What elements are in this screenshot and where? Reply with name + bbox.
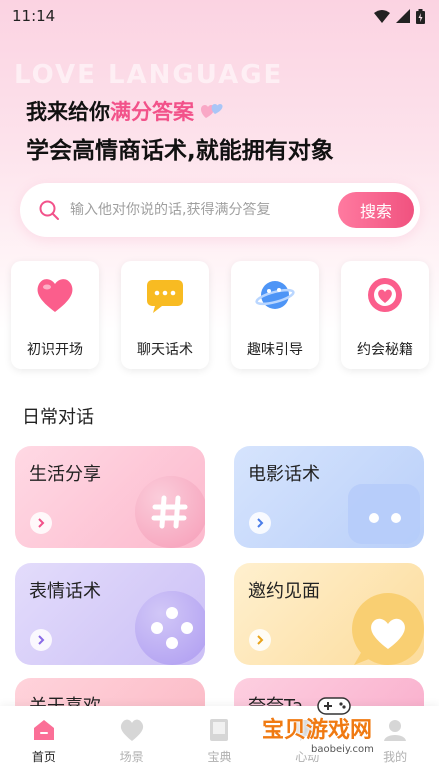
home-icon [33, 720, 54, 740]
heart-icon [33, 273, 77, 317]
chevron-right-icon [30, 512, 52, 534]
hash-icon [133, 474, 205, 548]
card-title: 生活分享 [29, 464, 101, 485]
category-label: 聊天话术 [137, 342, 193, 358]
search-input[interactable] [70, 202, 338, 218]
tab-handbook[interactable]: 宝典 [189, 718, 249, 780]
chevron-right-icon [249, 629, 271, 651]
signal-icon [396, 9, 410, 23]
tab-label: 首页 [31, 750, 56, 764]
book-icon [210, 719, 229, 741]
card-title: 邀约见面 [248, 581, 320, 602]
status-time: 11:14 [12, 7, 56, 25]
dots-icon [344, 478, 424, 548]
card-emoji-tips[interactable]: 表情话术 [15, 563, 205, 665]
category-row: 初识开场 聊天话术 趣味引导 约会秘籍 [11, 261, 429, 369]
category-label: 约会秘籍 [357, 342, 413, 358]
planet-icon [253, 273, 297, 317]
status-bar: 11:14 [0, 0, 439, 32]
tab-home[interactable]: 首页 [14, 718, 74, 780]
tab-label: 宝典 [207, 750, 232, 764]
hero-subheadline: 学会高情商话术,就能拥有对象 [26, 138, 334, 164]
watermark-text: 宝贝游戏网 [262, 718, 373, 743]
category-chat-tips[interactable]: 聊天话术 [121, 261, 209, 369]
chevron-right-icon [30, 629, 52, 651]
heart-bubble-icon [346, 589, 424, 665]
card-invite-meet[interactable]: 邀约见面 [234, 563, 424, 665]
heart-balloon-icon [201, 104, 223, 118]
category-date-secrets[interactable]: 约会秘籍 [341, 261, 429, 369]
heart-icon [120, 719, 143, 741]
section-title: 日常对话 [22, 407, 94, 428]
tab-scenes[interactable]: 场景 [102, 718, 162, 780]
category-first-meet[interactable]: 初识开场 [11, 261, 99, 369]
category-label: 初识开场 [27, 342, 83, 358]
hero-background-word: LOVE LANGUAGE [14, 60, 284, 90]
hero-headline: 我来给你 满分答案 [26, 96, 224, 126]
site-watermark: 宝贝游戏网 baobeiy.com [262, 697, 412, 762]
category-fun-guide[interactable]: 趣味引导 [231, 261, 319, 369]
search-bar: 搜索 [20, 183, 420, 237]
battery-icon [416, 8, 425, 24]
wifi-icon [374, 9, 390, 23]
hero-headline-accent: 满分答案 [110, 100, 194, 124]
heart-ring-icon [363, 273, 407, 317]
card-title: 电影话术 [248, 464, 320, 485]
chevron-right-icon [249, 512, 271, 534]
tab-label: 场景 [119, 750, 144, 764]
watermark-url: baobeiy.com [308, 744, 377, 755]
grid-dots-icon [133, 589, 205, 665]
category-label: 趣味引导 [247, 342, 303, 358]
card-title: 表情话术 [29, 581, 101, 602]
search-icon [39, 200, 59, 220]
search-button[interactable]: 搜索 [338, 192, 414, 228]
hero-headline-prefix: 我来给你 [26, 100, 110, 124]
card-movie-tips[interactable]: 电影话术 [234, 446, 424, 548]
chat-bubble-icon [143, 273, 187, 317]
card-life-sharing[interactable]: 生活分享 [15, 446, 205, 548]
